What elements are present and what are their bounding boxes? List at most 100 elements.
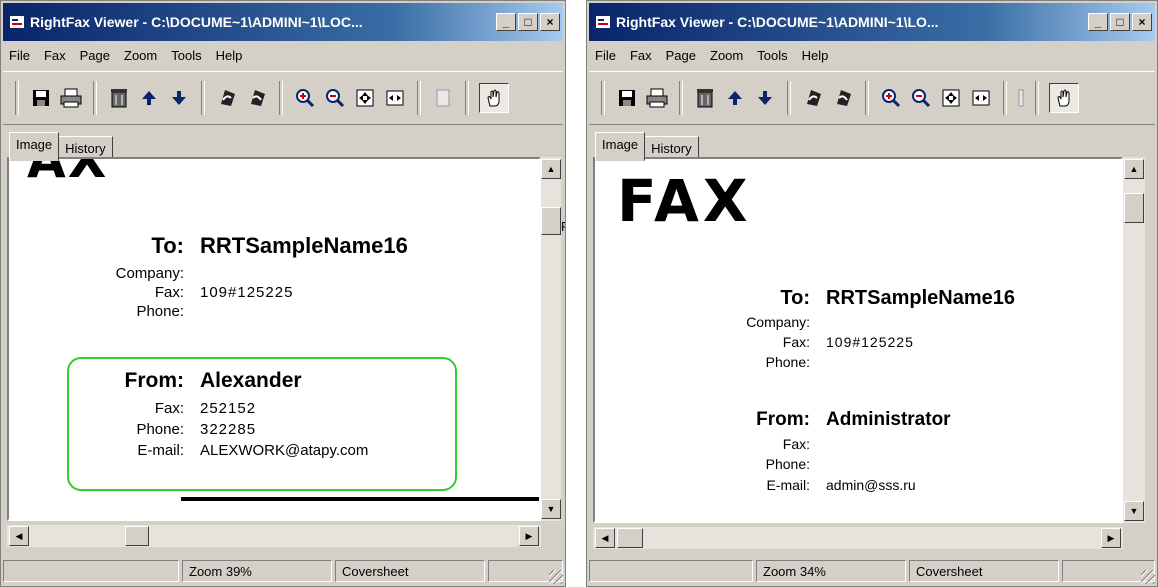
close-button[interactable]: × <box>1132 13 1152 31</box>
zoom-status: Zoom 39% <box>182 560 332 582</box>
side-tab-marker: F <box>561 219 565 234</box>
right-viewer-window: RightFax Viewer - C:\DOCUME~1\ADMINI~1\L… <box>586 0 1158 587</box>
rotate-left-icon[interactable] <box>801 86 825 110</box>
scroll-thumb[interactable] <box>125 526 149 546</box>
fax-coversheet: AX To: RRTSampleName16 Company: Fax: 109… <box>9 157 539 519</box>
print-icon[interactable] <box>59 86 83 110</box>
menu-tools[interactable]: Tools <box>171 48 201 63</box>
email-value: admin@sss.ru <box>826 477 916 493</box>
scroll-thumb[interactable] <box>1124 193 1144 223</box>
fit-page-icon[interactable] <box>939 86 963 110</box>
toolbar <box>589 71 1155 125</box>
scroll-left-button[interactable]: ◀ <box>595 528 615 548</box>
from-fax-value: 252152 <box>200 400 257 417</box>
horizontal-scrollbar[interactable]: ◀ ▶ <box>593 527 1123 549</box>
fax-viewport[interactable]: AX To: RRTSampleName16 Company: Fax: 109… <box>7 157 541 521</box>
toolbar-separator <box>1003 81 1007 115</box>
rotate-left-icon[interactable] <box>215 86 239 110</box>
up-arrow-icon[interactable] <box>137 86 161 110</box>
scroll-down-button[interactable]: ▼ <box>1124 501 1144 521</box>
menu-help[interactable]: Help <box>802 48 829 63</box>
scroll-right-button[interactable]: ▶ <box>519 526 539 546</box>
zoom-status: Zoom 34% <box>756 560 906 582</box>
zoom-out-icon[interactable] <box>909 86 933 110</box>
menu-page[interactable]: Page <box>666 48 696 63</box>
fit-height-icon[interactable] <box>1017 86 1025 110</box>
email-label: E-mail: <box>766 477 810 493</box>
rightfax-app-icon <box>596 16 610 28</box>
from-value: Alexander <box>200 369 302 392</box>
scroll-left-button[interactable]: ◀ <box>9 526 29 546</box>
delete-icon[interactable] <box>693 86 717 110</box>
tab-image[interactable]: Image <box>595 132 646 161</box>
scroll-thumb[interactable] <box>541 207 561 235</box>
menu-fax[interactable]: Fax <box>630 48 652 63</box>
window-title: RightFax Viewer - C:\DOCUME~1\ADMINI~1\L… <box>30 14 363 30</box>
maximize-button[interactable]: □ <box>1110 13 1130 31</box>
menu-bar: File Fax Page Zoom Tools Help <box>3 44 563 66</box>
title-bar[interactable]: RightFax Viewer - C:\DOCUME~1\ADMINI~1\L… <box>3 3 563 41</box>
minimize-button[interactable]: _ <box>496 13 516 31</box>
from-label: From: <box>124 369 185 392</box>
title-bar[interactable]: RightFax Viewer - C:\DOCUME~1\ADMINI~1\L… <box>589 3 1155 41</box>
scroll-thumb[interactable] <box>617 528 643 548</box>
to-label: To: <box>780 287 810 309</box>
delete-icon[interactable] <box>107 86 131 110</box>
vertical-scrollbar[interactable]: ▲ ▼ <box>1123 157 1145 523</box>
zoom-in-icon[interactable] <box>879 86 903 110</box>
menu-page[interactable]: Page <box>80 48 110 63</box>
menu-tools[interactable]: Tools <box>757 48 787 63</box>
scroll-up-button[interactable]: ▲ <box>541 159 561 179</box>
fax-viewport[interactable]: FAX To: RRTSampleName16 Company: Fax: 10… <box>593 157 1123 523</box>
zoom-out-icon[interactable] <box>323 86 347 110</box>
resize-grip-icon[interactable] <box>549 570 563 584</box>
window-title: RightFax Viewer - C:\DOCUME~1\ADMINI~1\L… <box>616 14 939 30</box>
menu-zoom[interactable]: Zoom <box>124 48 157 63</box>
rotate-right-icon[interactable] <box>245 86 269 110</box>
tab-image[interactable]: Image <box>9 132 60 161</box>
save-icon[interactable] <box>29 86 53 110</box>
status-bar: Zoom 39% Coversheet <box>3 560 563 584</box>
menu-help[interactable]: Help <box>216 48 243 63</box>
fit-height-icon[interactable] <box>431 86 455 110</box>
save-icon[interactable] <box>615 86 639 110</box>
zoom-in-icon[interactable] <box>293 86 317 110</box>
toolbar-separator <box>417 81 421 115</box>
hand-tool-icon[interactable] <box>479 83 509 113</box>
scroll-down-button[interactable]: ▼ <box>541 499 561 519</box>
scroll-right-button[interactable]: ▶ <box>1101 528 1121 548</box>
fit-width-icon[interactable] <box>383 86 407 110</box>
status-bar: Zoom 34% Coversheet <box>589 560 1155 584</box>
menu-file[interactable]: File <box>595 48 616 63</box>
maximize-button[interactable]: □ <box>518 13 538 31</box>
menu-zoom[interactable]: Zoom <box>710 48 743 63</box>
divider-line <box>181 497 539 501</box>
minimize-button[interactable]: _ <box>1088 13 1108 31</box>
page-status: Coversheet <box>909 560 1059 582</box>
toolbar-separator <box>1035 81 1039 115</box>
fax-logo: AX <box>27 157 109 189</box>
fit-width-icon[interactable] <box>969 86 993 110</box>
up-arrow-icon[interactable] <box>723 86 747 110</box>
rotate-right-icon[interactable] <box>831 86 855 110</box>
vertical-scrollbar[interactable]: ▲ ▼ <box>541 157 561 521</box>
toolbar-separator <box>679 81 683 115</box>
down-arrow-icon[interactable] <box>753 86 777 110</box>
fax-label: Fax: <box>154 284 184 301</box>
print-icon[interactable] <box>645 86 669 110</box>
fax-value: 109#125225 <box>200 284 294 301</box>
to-value: RRTSampleName16 <box>826 287 1015 309</box>
menu-file[interactable]: File <box>9 48 30 63</box>
menu-fax[interactable]: Fax <box>44 48 66 63</box>
toolbar-separator <box>279 81 283 115</box>
close-button[interactable]: × <box>540 13 560 31</box>
toolbar-separator <box>787 81 791 115</box>
to-value: RRTSampleName16 <box>200 233 408 258</box>
scroll-up-button[interactable]: ▲ <box>1124 159 1144 179</box>
hand-tool-icon[interactable] <box>1049 83 1079 113</box>
fit-page-icon[interactable] <box>353 86 377 110</box>
resize-grip-icon[interactable] <box>1141 570 1155 584</box>
menu-bar: File Fax Page Zoom Tools Help <box>589 44 1155 66</box>
horizontal-scrollbar[interactable]: ◀ ▶ <box>7 525 541 547</box>
down-arrow-icon[interactable] <box>167 86 191 110</box>
